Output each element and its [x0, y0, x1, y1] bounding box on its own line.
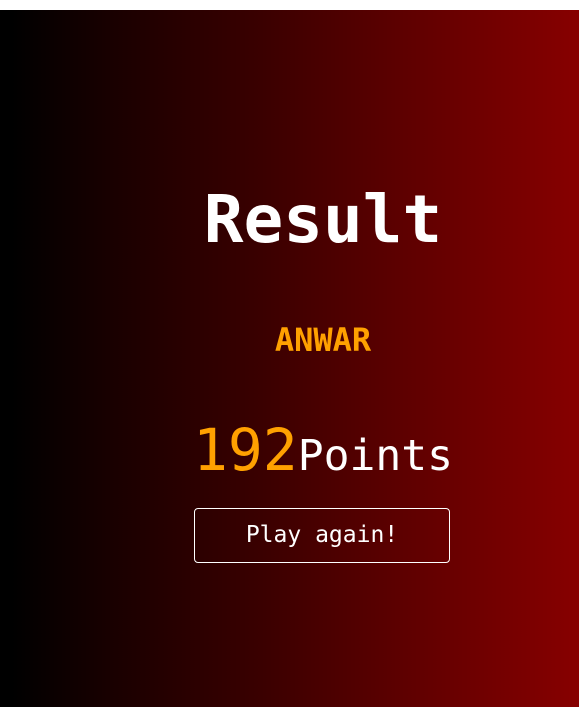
result-title: Result [203, 181, 443, 258]
score-unit-label: Points [297, 431, 454, 481]
result-screen: Result ANWAR 192Points Play again! [0, 10, 579, 707]
score-value: 192 [192, 416, 298, 484]
play-again-button[interactable]: Play again! [194, 508, 450, 563]
score-line: 192Points [0, 415, 579, 491]
player-name: ANWAR [274, 321, 372, 359]
